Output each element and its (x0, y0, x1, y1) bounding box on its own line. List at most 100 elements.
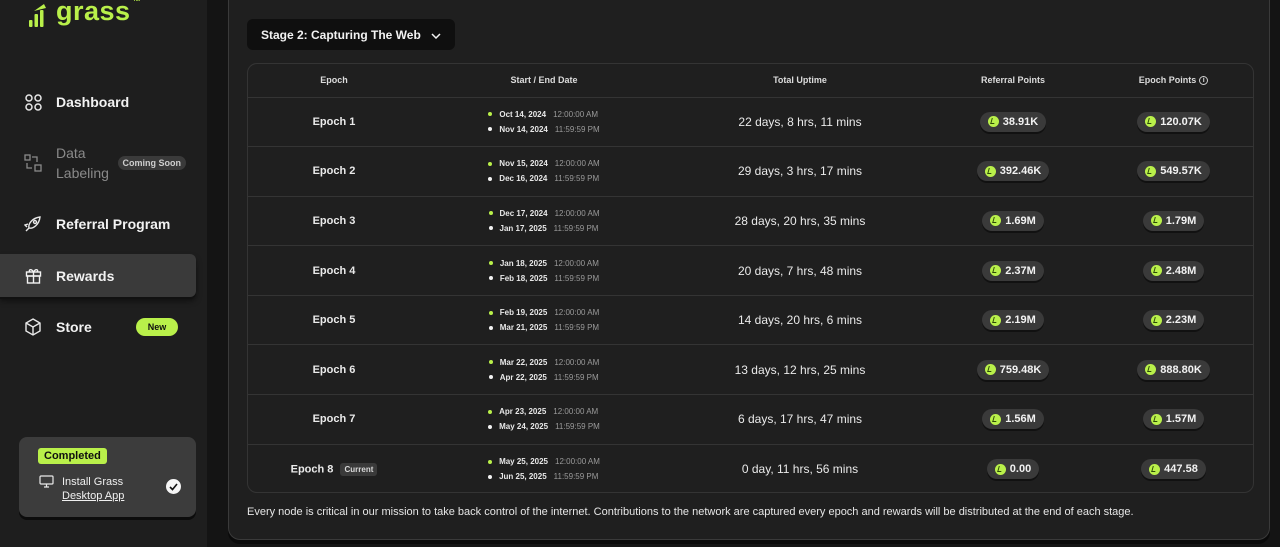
epoch: Epoch 8 (290, 463, 334, 476)
referral-points-cell: 1.69M (932, 196, 1094, 247)
table-row: Epoch 6 Mar 22, 2025 12:00:00 AM Apr 22,… (248, 344, 1253, 396)
column-header: Start / End Date (420, 64, 668, 98)
end-time: 11:59:59 PM (555, 422, 600, 432)
referral-points-cell: 0.00 (932, 444, 1094, 492)
end-date: Nov 14, 2024 (499, 124, 548, 134)
start-time: 12:00:00 AM (555, 457, 600, 467)
sidebar-item-dashboard[interactable]: Dashboard (0, 90, 196, 114)
start-time: 12:00:00 AM (554, 159, 600, 169)
referral-points-cell: 1.56M (932, 394, 1094, 445)
uptime-cell: 28 days, 20 hrs, 35 mins (668, 196, 932, 247)
end-dot-icon (488, 474, 493, 479)
epoch-points: 549.57K (1160, 165, 1202, 178)
data-labeling-icon (24, 154, 42, 172)
end-date: Feb 18, 2025 (499, 273, 548, 283)
referral-points-cell: 2.19M (932, 295, 1094, 346)
start-dot-icon (488, 261, 493, 266)
cube-icon (24, 318, 42, 336)
grass-point-icon (1150, 314, 1162, 326)
grass-point-icon (1150, 265, 1162, 277)
uptime: 13 days, 12 hrs, 25 mins (734, 362, 866, 377)
end-dot-icon (488, 276, 493, 281)
end-dot-icon (488, 176, 493, 181)
uptime-cell: 14 days, 20 hrs, 6 mins (668, 295, 932, 346)
monitor-icon (39, 475, 54, 493)
date-cell: May 25, 2025 12:00:00 AM Jun 25, 2025 11… (420, 444, 668, 492)
start-date: Mar 22, 2025 (499, 357, 548, 367)
epoch: Epoch 3 (312, 214, 356, 227)
epoch-points-cell: 2.23M (1094, 295, 1253, 346)
end-dot-icon (488, 325, 493, 330)
start-time: 12:00:00 AM (553, 407, 599, 417)
end-date: Apr 22, 2025 (499, 372, 547, 382)
epoch-points-pill: 120.07K (1137, 111, 1210, 132)
end-date: Dec 16, 2024 (499, 174, 548, 184)
start-date: Oct 14, 2024 (499, 109, 547, 119)
referral: 1.56M (1005, 413, 1036, 426)
chevron-down-icon (431, 28, 441, 42)
referral-points-cell: 759.48K (932, 344, 1094, 396)
referral: 38.91K (1002, 115, 1039, 128)
uptime-cell: 22 days, 8 hrs, 11 mins (668, 97, 932, 148)
info-icon[interactable]: i (1199, 76, 1209, 86)
uptime-cell: 20 days, 7 hrs, 48 mins (668, 245, 932, 296)
column-header: Epoch (248, 64, 420, 98)
epoch-points: 1.79M (1165, 214, 1197, 227)
date-cell: Mar 22, 2025 12:00:00 AM Apr 22, 2025 11… (420, 344, 668, 396)
epoch-cell: Epoch 6 (248, 344, 420, 396)
sidebar-item-referral-program[interactable]: Referral Program (0, 212, 196, 236)
grass-logo[interactable]: grass ™ (28, 0, 145, 30)
grass-point-icon (1145, 364, 1157, 376)
epoch: Epoch 1 (312, 115, 356, 128)
start-date: Dec 17, 2024 (499, 208, 548, 218)
epoch-points-cell: 549.57K (1094, 146, 1253, 197)
epoch: Epoch 2 (312, 165, 356, 178)
sidebar-item-store[interactable]: Store New (0, 315, 196, 339)
install-text: Install Grass Desktop App (62, 476, 125, 503)
referral-points-pill: 2.37M (982, 260, 1044, 281)
grass-point-icon (984, 364, 996, 376)
date-cell: Dec 17, 2024 12:00:00 AM Jan 17, 2025 11… (420, 196, 668, 247)
desktop-app-link[interactable]: Desktop App (62, 489, 124, 503)
epoch-cell: Epoch 3 (248, 196, 420, 247)
table-row: Epoch 8 Current May 25, 2025 12:00:00 AM… (248, 444, 1253, 492)
end-dot-icon (488, 375, 493, 380)
epoch-points: 120.07K (1160, 115, 1202, 128)
sidebar-item-label: Dashboard (56, 94, 130, 110)
table-header-row: Epoch Start / End Date Total Uptime Refe… (248, 64, 1253, 98)
end-time: 11:59:59 PM (554, 174, 600, 184)
stage-selector-label: Stage 2: Capturing The Web (261, 27, 421, 42)
epoch-points-cell: 120.07K (1094, 97, 1253, 148)
footnote-text: Every node is critical in our mission to… (247, 506, 1134, 518)
start-date: Feb 19, 2025 (499, 308, 548, 318)
date-cell: Feb 19, 2025 12:00:00 AM Mar 21, 2025 11… (420, 295, 668, 346)
epoch-cell: Epoch 8 Current (248, 444, 420, 492)
sidebar-item-rewards[interactable]: Rewards (0, 254, 196, 297)
date-cell: Nov 15, 2024 12:00:00 AM Dec 16, 2024 11… (420, 146, 668, 197)
epoch: Epoch 7 (312, 413, 356, 426)
end-time: 11:59:59 PM (554, 323, 600, 333)
grass-point-icon (990, 314, 1002, 326)
uptime: 6 days, 17 hrs, 47 mins (737, 412, 863, 427)
referral-points-pill: 1.56M (982, 409, 1044, 430)
table-row: Epoch 1 Oct 14, 2024 12:00:00 AM Nov 14,… (248, 97, 1253, 148)
epoch-points-cell: 447.58 (1094, 444, 1253, 492)
epoch-points-pill: 2.48M (1142, 260, 1205, 281)
gift-icon (24, 267, 42, 285)
date-cell: Apr 23, 2025 12:00:00 AM May 24, 2025 11… (420, 394, 668, 445)
sidebar-item-data-labeling[interactable]: Data Labeling Coming Soon (0, 143, 196, 183)
table-row: Epoch 4 Jan 18, 2025 12:00:00 AM Feb 18,… (248, 245, 1253, 296)
referral: 2.37M (1005, 264, 1036, 277)
sidebar: grass ™ Dashboard Data Labeling Coming S… (0, 0, 207, 547)
uptime: 22 days, 8 hrs, 11 mins (738, 114, 862, 129)
epoch-points: 2.23M (1165, 314, 1197, 327)
end-date: Jun 25, 2025 (499, 472, 547, 482)
sidebar-item-label: Referral Program (56, 216, 171, 232)
referral-points-cell: 2.37M (932, 245, 1094, 296)
uptime-cell: 0 day, 11 hrs, 56 mins (668, 444, 932, 492)
epoch-cell: Epoch 2 (248, 146, 420, 197)
current-epoch-badge: Current (340, 462, 378, 476)
stage-selector-dropdown[interactable]: Stage 2: Capturing The Web (247, 19, 455, 50)
referral: 1.69M (1005, 214, 1036, 227)
epoch-cell: Epoch 1 (248, 97, 420, 148)
